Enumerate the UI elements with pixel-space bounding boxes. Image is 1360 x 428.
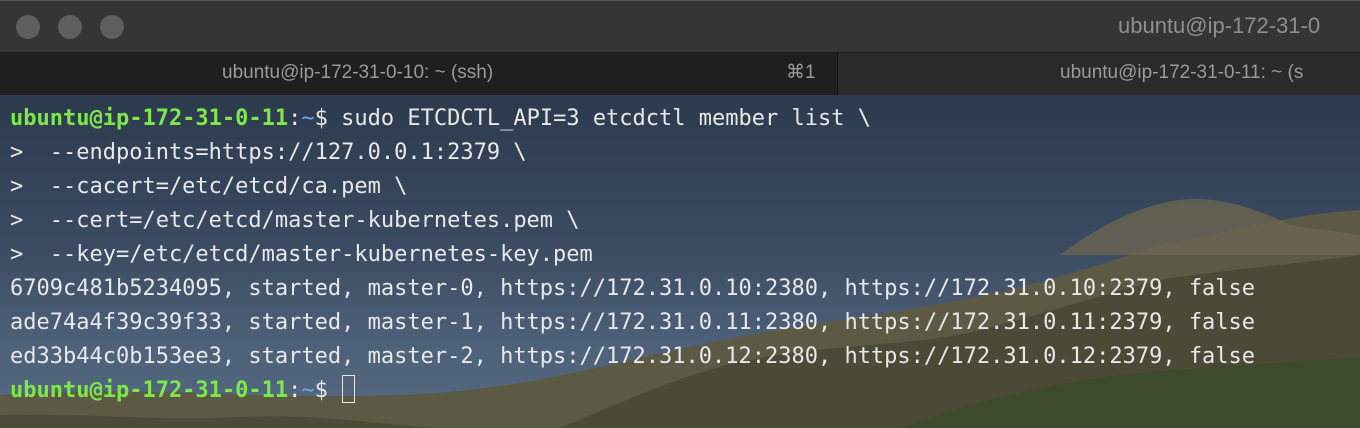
window-controls bbox=[16, 15, 124, 39]
zoom-window-button[interactable] bbox=[100, 15, 124, 39]
tab-label: ubuntu@ip-172-31-0-11: ~ (s bbox=[1060, 62, 1304, 83]
tab-ssh-1[interactable]: ubuntu@ip-172-31-0-10: ~ (ssh) ⌘1 bbox=[0, 53, 836, 95]
active-prompt-line[interactable]: ubuntu@ip-172-31-0-11:~$ bbox=[10, 374, 1255, 408]
continuation-line: > --cert=/etc/etcd/master-kubernetes.pem… bbox=[10, 208, 580, 233]
window-title: ubuntu@ip-172-31-0 bbox=[1118, 13, 1321, 38]
prompt-path: ~ bbox=[301, 378, 315, 403]
prompt-symbol: $ bbox=[314, 106, 342, 131]
prompt-symbol: $ bbox=[314, 378, 342, 403]
terminal-output: ubuntu@ip-172-31-0-11:~$ sudo ETCDCTL_AP… bbox=[10, 102, 1255, 408]
tab-shortcut: ⌘1 bbox=[786, 62, 816, 83]
tab-ssh-2[interactable]: ubuntu@ip-172-31-0-11: ~ (s bbox=[837, 53, 1360, 95]
continuation-line: > --endpoints=https://127.0.0.1:2379 \ bbox=[10, 140, 527, 165]
title-bar: ubuntu@ip-172-31-0 bbox=[0, 0, 1360, 52]
command-line: ubuntu@ip-172-31-0-11:~$ sudo ETCDCTL_AP… bbox=[10, 102, 1255, 136]
command-text: sudo ETCDCTL_API=3 etcdctl member list \ bbox=[341, 106, 871, 131]
text-cursor bbox=[342, 375, 356, 403]
output-line: ed33b44c0b153ee3, started, master-2, htt… bbox=[10, 344, 1256, 369]
close-window-button[interactable] bbox=[16, 15, 40, 39]
prompt-colon: : bbox=[288, 378, 302, 403]
minimize-window-button[interactable] bbox=[58, 15, 82, 39]
prompt-colon: : bbox=[288, 106, 302, 131]
prompt-user-host: ubuntu@ip-172-31-0-11 bbox=[10, 106, 289, 131]
tab-bar: ubuntu@ip-172-31-0-10: ~ (ssh) ⌘1 ubuntu… bbox=[0, 52, 1360, 95]
continuation-line: > --key=/etc/etcd/master-kubernetes-key.… bbox=[10, 242, 593, 267]
prompt-user-host: ubuntu@ip-172-31-0-11 bbox=[10, 378, 289, 403]
prompt-path: ~ bbox=[301, 106, 315, 131]
continuation-line: > --cacert=/etc/etcd/ca.pem \ bbox=[10, 174, 408, 199]
terminal-pane[interactable]: ubuntu@ip-172-31-0-11:~$ sudo ETCDCTL_AP… bbox=[0, 95, 1360, 428]
output-line: 6709c481b5234095, started, master-0, htt… bbox=[10, 276, 1256, 301]
terminal-window: ubuntu@ip-172-31-0 ubuntu@ip-172-31-0-10… bbox=[0, 0, 1360, 428]
tab-label: ubuntu@ip-172-31-0-10: ~ (ssh) bbox=[222, 62, 494, 83]
output-line: ade74a4f39c39f33, started, master-1, htt… bbox=[10, 310, 1256, 335]
